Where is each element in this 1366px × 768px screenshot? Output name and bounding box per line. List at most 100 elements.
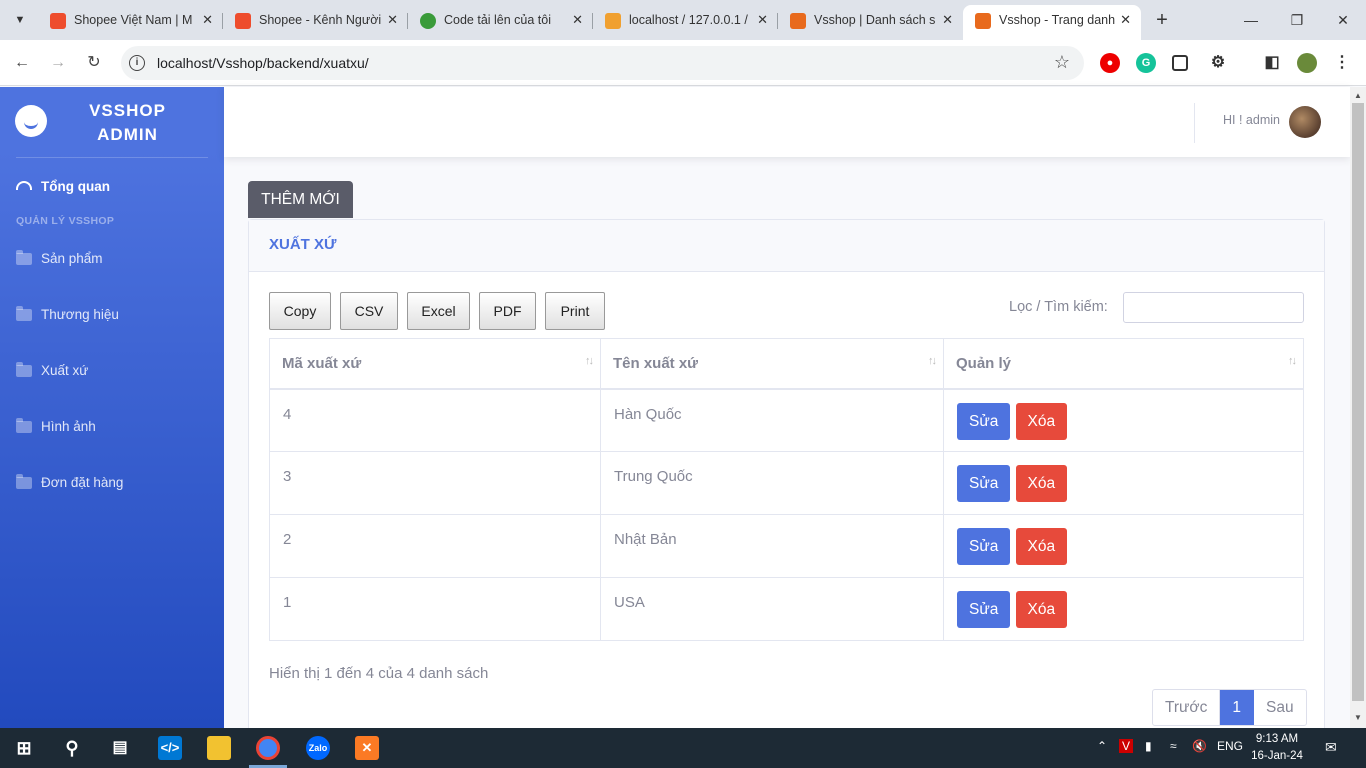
table-info-text: Hiển thị 1 đến 4 của 4 danh sách [269, 665, 489, 682]
folder-icon [16, 249, 32, 265]
image-extension-icon[interactable] [1172, 55, 1188, 71]
address-toolbar: ← → ↻ i localhost/Vsshop/backend/xuatxu/… [0, 40, 1366, 86]
side-panel-icon[interactable]: ◧ [1262, 53, 1282, 73]
sidebar-brand[interactable]: VSSHOP ADMIN [0, 87, 224, 157]
sidebar-item-products[interactable]: Sản phẩm [16, 249, 103, 266]
xampp-favicon-icon [975, 13, 991, 29]
folder-icon [16, 305, 32, 321]
extensions-puzzle-icon[interactable]: ⚙ [1208, 53, 1228, 73]
url-bar[interactable]: i localhost/Vsshop/backend/xuatxu/ ☆ [121, 46, 1084, 80]
phpmyadmin-favicon-icon [605, 13, 621, 29]
add-new-button[interactable]: THÊM MỚI [248, 181, 353, 218]
close-tab-icon[interactable]: ✕ [942, 5, 953, 35]
browser-tab[interactable]: Code tải lên của tôi ✕ [408, 5, 593, 40]
browser-tab-bar: ▼ Shopee Việt Nam | M ✕ Shopee - Kênh Ng… [0, 0, 1366, 40]
edit-button[interactable]: Sửa [957, 591, 1011, 628]
excel-button[interactable]: Excel [407, 292, 470, 330]
clock[interactable]: 9:13 AM 16-Jan-24 [1247, 731, 1307, 765]
sidebar-item-orders[interactable]: Đơn đặt hàng [16, 473, 123, 490]
kebab-menu-icon[interactable]: ⋮ [1332, 53, 1352, 73]
close-tab-icon[interactable]: ✕ [202, 5, 213, 35]
delete-button[interactable]: Xóa [1015, 402, 1068, 440]
xampp-icon[interactable]: ✕ [355, 736, 379, 760]
sidebar-item-brands[interactable]: Thương hiệu [16, 305, 119, 322]
table-row: 3 Trung Quốc Sửa Xóa [269, 451, 1304, 515]
show-hidden-icons-chevron-icon[interactable]: ⌃ [1097, 739, 1107, 753]
zalo-icon[interactable]: Zalo [306, 736, 330, 760]
restore-icon[interactable]: ❐ [1274, 0, 1320, 40]
windows-start-icon[interactable]: ⊞ [12, 736, 36, 760]
csv-button[interactable]: CSV [340, 292, 398, 330]
back-arrow-icon[interactable]: ← [11, 52, 33, 74]
bookmark-star-icon[interactable]: ☆ [1054, 52, 1070, 73]
grammarly-extension-icon[interactable]: G [1136, 53, 1156, 73]
pagination-next[interactable]: Sau [1254, 690, 1306, 725]
sidebar-item-overview[interactable]: Tổng quan [16, 179, 110, 194]
delete-button[interactable]: Xóa [1015, 528, 1068, 565]
edit-button[interactable]: Sửa [957, 402, 1011, 440]
user-greeting[interactable]: HI ! admin [1223, 113, 1280, 127]
wifi-icon[interactable]: ≈ [1170, 739, 1177, 753]
pdf-button[interactable]: PDF [479, 292, 536, 330]
battery-icon[interactable]: ▮ [1145, 739, 1152, 753]
column-header-name[interactable]: Tên xuất xứ ↑↓ [600, 338, 944, 390]
sort-icon: ↑↓ [585, 355, 594, 367]
pagination-prev[interactable]: Trước [1153, 690, 1221, 725]
chrome-icon[interactable] [256, 736, 280, 760]
folder-icon [16, 361, 32, 377]
scroll-up-arrow-icon[interactable]: ▲ [1354, 91, 1362, 100]
sidebar-item-origins[interactable]: Xuất xứ [16, 361, 88, 378]
notification-icon[interactable]: ✉ [1325, 739, 1337, 756]
vietkey-icon[interactable]: V [1119, 739, 1134, 753]
browser-tab[interactable]: localhost / 127.0.0.1 / ✕ [593, 5, 778, 40]
scroll-down-arrow-icon[interactable]: ▼ [1354, 713, 1362, 722]
search-icon[interactable]: ⚲ [60, 736, 84, 760]
reload-icon[interactable]: ↻ [83, 52, 105, 74]
table-header-row: Mã xuất xứ ↑↓ Tên xuất xứ ↑↓ Quản lý ↑↓ [269, 338, 1304, 390]
vscode-icon[interactable]: </> [158, 736, 182, 760]
close-tab-icon[interactable]: ✕ [572, 5, 583, 35]
column-header-id[interactable]: Mã xuất xứ ↑↓ [269, 338, 601, 390]
close-tab-icon[interactable]: ✕ [1120, 5, 1131, 35]
pagination-page-1[interactable]: 1 [1220, 690, 1254, 725]
browser-tab[interactable]: Vsshop | Danh sách s ✕ [778, 5, 963, 40]
minimize-icon[interactable]: — [1228, 0, 1274, 40]
delete-button[interactable]: Xóa [1015, 591, 1068, 628]
edit-button[interactable]: Sửa [957, 465, 1011, 502]
print-button[interactable]: Print [545, 292, 605, 330]
forward-arrow-icon[interactable]: → [47, 52, 69, 74]
task-view-icon[interactable]: ▤ [108, 736, 132, 760]
url-text[interactable]: localhost/Vsshop/backend/xuatxu/ [157, 55, 369, 71]
file-explorer-icon[interactable] [207, 736, 231, 760]
site-info-icon[interactable]: i [129, 55, 145, 71]
card-header: XUẤT XỨ [249, 220, 1324, 272]
scrollbar-thumb[interactable] [1352, 103, 1364, 701]
search-input[interactable] [1123, 292, 1304, 323]
sidebar-item-images[interactable]: Hình ảnh [16, 417, 96, 434]
volume-mute-icon[interactable]: 🔇 [1192, 739, 1207, 753]
browser-tab[interactable]: Shopee Việt Nam | M ✕ [38, 5, 223, 40]
language-indicator[interactable]: ENG [1217, 739, 1243, 753]
close-tab-icon[interactable]: ✕ [757, 5, 768, 35]
adblock-extension-icon[interactable]: ● [1100, 53, 1120, 73]
close-window-icon[interactable]: ✕ [1320, 0, 1366, 40]
sidebar-item-label: Hình ảnh [41, 419, 96, 434]
copy-button[interactable]: Copy [269, 292, 331, 330]
table-row: 1 USA Sửa Xóa [269, 577, 1304, 641]
table-row: 4 Hàn Quốc Sửa Xóa [269, 388, 1304, 452]
column-header-manage[interactable]: Quản lý ↑↓ [943, 338, 1304, 390]
origin-id-cell: 2 [269, 514, 601, 578]
filter-label: Lọc / Tìm kiếm: [1009, 299, 1108, 315]
browser-tab-active[interactable]: Vsshop - Trang danh ✕ [963, 5, 1141, 40]
sidebar: VSSHOP ADMIN Tổng quan QUẢN LÝ VSSHOP Sả… [0, 87, 224, 728]
edit-button[interactable]: Sửa [957, 528, 1011, 565]
browser-tab[interactable]: Shopee - Kênh Người ✕ [223, 5, 408, 40]
close-tab-icon[interactable]: ✕ [387, 5, 398, 35]
actions-cell: Sửa Xóa [943, 451, 1304, 515]
new-tab-plus-icon[interactable]: + [1150, 6, 1174, 34]
profile-avatar-icon[interactable] [1297, 53, 1317, 73]
page-scrollbar[interactable]: ▲ ▼ [1350, 87, 1366, 728]
tab-search-chevron-icon[interactable]: ▼ [8, 8, 32, 32]
avatar[interactable] [1289, 106, 1321, 138]
delete-button[interactable]: Xóa [1015, 465, 1068, 502]
